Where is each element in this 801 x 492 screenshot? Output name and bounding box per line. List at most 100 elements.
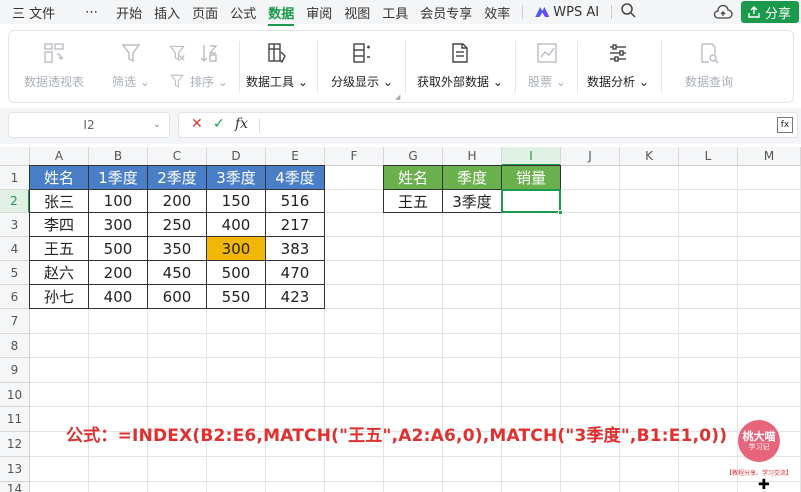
formula-input[interactable]: ✕ ✓ fx fx [178, 112, 798, 138]
confirm-formula-icon[interactable]: ✓ [213, 116, 225, 132]
data-tools-button[interactable]: 数据工具 ⌄ [245, 37, 309, 97]
column-header-e[interactable]: E [266, 147, 325, 166]
external-data-button[interactable]: 获取外部数据 ⌄ [417, 37, 503, 97]
cloud-upload-icon[interactable] [713, 4, 733, 19]
outline-button[interactable]: 分级显示 ⌄ [331, 37, 393, 97]
row-header-4[interactable]: 4 [0, 237, 30, 261]
pivot-table-button[interactable]: 数据透视表 [21, 37, 87, 97]
row-header-8[interactable]: 8 [0, 334, 30, 358]
table1-cell[interactable]: 200 [88, 260, 148, 285]
row-header-1[interactable]: 1 [0, 166, 30, 190]
row-header-12[interactable]: 12 [0, 432, 30, 457]
table1-cell[interactable]: 王五 [29, 236, 89, 261]
table1-header-cell[interactable]: 2季度 [147, 165, 207, 190]
row-header-6[interactable]: 6 [0, 285, 30, 309]
table1-header-cell[interactable]: 4季度 [265, 165, 325, 190]
table1-cell[interactable]: 赵六 [29, 260, 89, 285]
cancel-formula-icon[interactable]: ✕ [191, 116, 203, 132]
column-header-l[interactable]: L [679, 147, 738, 166]
menu-review[interactable]: 审阅 [306, 3, 332, 22]
fill-handle[interactable] [558, 210, 563, 215]
table1-cell[interactable]: 100 [88, 189, 148, 213]
table1-cell[interactable]: 516 [265, 189, 325, 213]
column-header-i[interactable]: I [502, 147, 561, 166]
table1-header-cell[interactable]: 1季度 [88, 165, 148, 190]
table1-cell[interactable]: 孙七 [29, 284, 89, 309]
data-query-button[interactable]: 数据查询 [669, 37, 749, 97]
menu-home[interactable]: 开始 [116, 3, 142, 22]
row-header-11[interactable]: 11 [0, 407, 30, 432]
row-header-2[interactable]: 2 [0, 190, 30, 213]
row-header-9[interactable]: 9 [0, 358, 30, 383]
select-all-corner[interactable] [0, 147, 30, 166]
table1-header-cell[interactable]: 姓名 [29, 165, 89, 190]
table1-cell[interactable]: 李四 [29, 212, 89, 237]
menu-formula[interactable]: 公式 [230, 3, 256, 22]
formula-expand-icon[interactable]: fx [777, 117, 793, 133]
table1-cell[interactable]: 383 [265, 236, 325, 261]
table1-cell[interactable]: 250 [147, 212, 207, 237]
menu-file[interactable]: 三 文件 [12, 3, 55, 22]
table1-cell[interactable]: 400 [88, 284, 148, 309]
column-header-k[interactable]: K [620, 147, 679, 166]
table1-cell[interactable]: 217 [265, 212, 325, 237]
table1-cell[interactable]: 423 [265, 284, 325, 309]
column-header-j[interactable]: J [561, 147, 620, 166]
table1-cell[interactable]: 500 [206, 260, 266, 285]
stock-button[interactable]: 股票 ⌄ [525, 37, 569, 97]
search-icon[interactable] [620, 2, 636, 22]
table1-cell[interactable]: 400 [206, 212, 266, 237]
filter-button[interactable]: 筛选 ⌄ [109, 37, 153, 97]
table1-cell[interactable]: 300 [206, 236, 266, 261]
table2-header-cell[interactable]: 姓名 [383, 165, 443, 190]
row-header-5[interactable]: 5 [0, 261, 30, 285]
table1-header-cell[interactable]: 3季度 [206, 165, 266, 190]
menu-more[interactable]: ⋯ [85, 5, 98, 20]
table1-cell[interactable]: 150 [206, 189, 266, 213]
table2-header-cell[interactable]: 销量 [501, 165, 561, 190]
dialog-launcher-icon[interactable]: ◢ [395, 93, 400, 101]
wps-ai-button[interactable]: WPS AI [535, 5, 599, 20]
table1-cell[interactable]: 450 [147, 260, 207, 285]
row-header-7[interactable]: 7 [0, 309, 30, 334]
column-header-g[interactable]: G [384, 147, 443, 166]
menu-data[interactable]: 数据 [268, 3, 295, 26]
column-header-d[interactable]: D [207, 147, 266, 166]
row-header-3[interactable]: 3 [0, 213, 30, 237]
menu-insert[interactable]: 插入 [154, 3, 180, 22]
table1-cell[interactable]: 300 [88, 212, 148, 237]
table1-cell[interactable]: 350 [147, 236, 207, 261]
chevron-down-icon[interactable]: ⌄ [153, 119, 161, 130]
name-box[interactable]: I2 ⌄ [8, 112, 170, 138]
share-button[interactable]: 分享 [740, 1, 799, 23]
table1-cell[interactable]: 470 [265, 260, 325, 285]
column-header-a[interactable]: A [30, 147, 89, 166]
menu-member[interactable]: 会员专享 [420, 3, 472, 22]
ribbon-divider-2 [317, 41, 318, 93]
menu-view[interactable]: 视图 [344, 3, 370, 22]
table1-cell[interactable]: 张三 [29, 189, 89, 213]
row-header-14[interactable]: 14 [0, 482, 30, 492]
table1-cell[interactable]: 200 [147, 189, 207, 213]
insert-function-icon[interactable]: fx [235, 116, 248, 132]
data-analysis-button[interactable]: 数据分析 ⌄ [587, 37, 649, 97]
table2-cell[interactable]: 王五 [383, 189, 443, 213]
menu-tools[interactable]: 工具 [382, 3, 408, 22]
column-header-b[interactable]: B [89, 147, 148, 166]
row-header-13[interactable]: 13 [0, 457, 30, 482]
table1-cell[interactable]: 600 [147, 284, 207, 309]
sort-button[interactable]: 排序 ⌄ [187, 37, 231, 97]
column-header-f[interactable]: F [325, 147, 384, 166]
table1-cell[interactable]: 550 [206, 284, 266, 309]
right-tools: 分享 [713, 0, 801, 24]
table2-cell[interactable]: 3季度 [442, 189, 502, 213]
column-header-h[interactable]: H [443, 147, 502, 166]
menu-efficiency[interactable]: 效率 [484, 3, 510, 22]
menu-page[interactable]: 页面 [192, 3, 218, 22]
column-header-m[interactable]: M [738, 147, 801, 166]
table1-cell[interactable]: 500 [88, 236, 148, 261]
column-header-c[interactable]: C [148, 147, 207, 166]
active-cell-i2[interactable] [501, 189, 561, 213]
table2-header-cell[interactable]: 季度 [442, 165, 502, 190]
row-header-10[interactable]: 10 [0, 383, 30, 407]
